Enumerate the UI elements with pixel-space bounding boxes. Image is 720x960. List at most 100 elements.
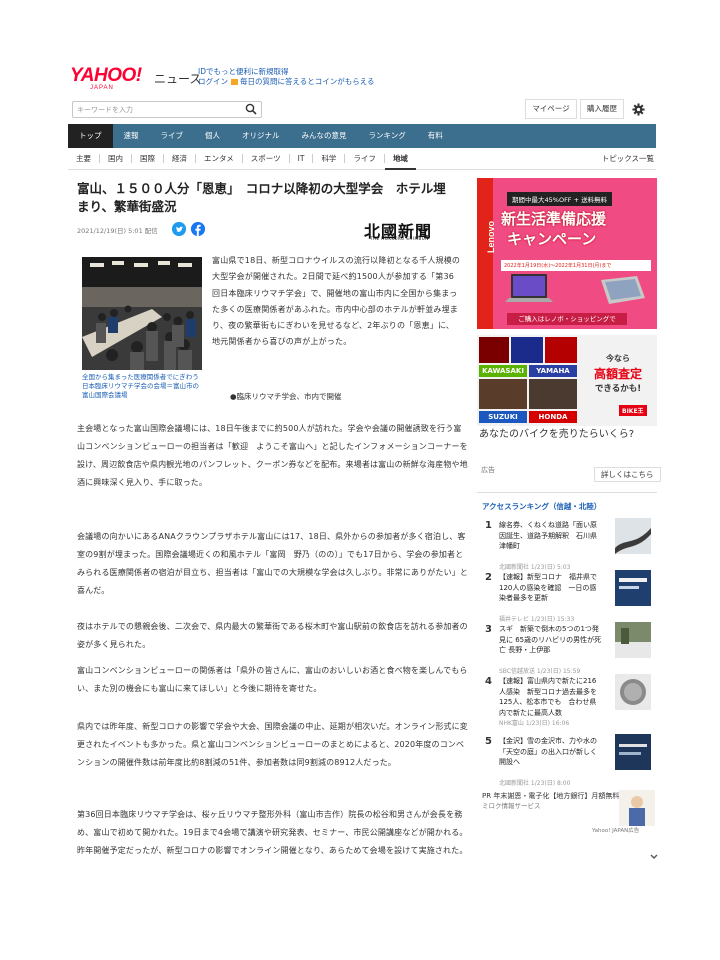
article-photo[interactable] [82,257,202,370]
body-paragraph: 第36回日本臨床リウマチ学会は、桜ヶ丘リウマチ整形外科（富山市吉作）院長の松谷和… [77,810,468,855]
brand-suzuki: SUZUKI [479,411,527,423]
rank-title[interactable]: 【金沢】雪の金沢市、力や水の「天空の庭」の出入口が新しく開設へ [499,736,603,768]
lenovo-brand: Lenovo [486,220,496,253]
tab-top[interactable]: トップ [68,124,113,148]
tab-live[interactable]: ライブ [150,124,195,148]
twitter-share-icon[interactable] [172,222,186,236]
body-paragraph: 富山コンベンションビューローの関係者は「県外の皆さんに、富山のおいしいお酒と食べ… [77,666,468,693]
subtab-entertainment[interactable]: エンタメ [196,154,243,163]
purchase-history-button[interactable]: 購入履歴 [580,99,624,119]
ad1-cta-button[interactable]: ご購入はレノボ・ショッピングで [507,313,627,325]
motorcycle-image [479,379,527,409]
yahoo-ad-footer: Yahoo! JAPAN広告 [592,828,640,834]
tab-opinions[interactable]: みんなの意見 [291,124,358,148]
subtab-local[interactable]: 地域 [384,154,416,170]
tab-original[interactable]: オリジナル [231,124,291,148]
ad-detail-link[interactable]: 詳しくはこちら [594,467,661,482]
rank-number: 3 [485,624,492,635]
pr-thumbnail[interactable] [619,790,655,826]
publisher-logo-sub: THE HOKKOKU SHIMBUN [370,236,429,241]
rank-number: 2 [485,572,492,583]
coupon-promo-link[interactable]: 毎日の質問に答えるとコインがもらえる [240,77,375,86]
ad2-offer-sub: できるかも! [594,384,642,394]
laptop-icon [505,274,553,302]
lead-paragraph: 富山県で18日、新型コロナウイルスの流行以降初となる千人規模の大型学会が開催され… [212,256,461,347]
subtab-domestic[interactable]: 国内 [100,154,132,163]
gear-icon[interactable] [632,103,645,116]
ad-caption-link[interactable]: あなたのバイクを売りたらいくら? [479,428,655,442]
rank-title[interactable]: 線名券、くねくね道路「面い原因誕生、道路予期解釈 石川県津幡町 [499,520,603,552]
tab-ranking[interactable]: ランキング [358,124,417,148]
login-link[interactable]: ログイン [198,77,228,86]
rank-thumbnail[interactable] [615,570,651,606]
subtab-life[interactable]: ライフ [345,154,385,163]
body-paragraph: 会議場の向かいにあるANAクラウンプラザホテル富山には17、18日、県外からの参… [77,532,469,595]
laptop-icon [601,276,645,304]
ad2-offer: 高額査定 [593,367,642,381]
yahoo-logo[interactable]: YAHOO! [70,66,142,85]
id-promo-link[interactable]: IDでもっと便利に新規取得 [198,67,289,77]
service-name[interactable]: ニュース [154,70,201,87]
pr-text[interactable]: 年末謝恩・電子化【地方銀行】月額無料 [493,792,619,800]
motorcycle-image [529,379,577,409]
article-date: 2021/12/19(日) 5:01 配信 [77,227,158,235]
brand-honda: HONDA [529,411,577,423]
facebook-share-icon[interactable] [191,222,205,236]
rank-thumbnail[interactable] [615,734,651,770]
bike-ad-banner[interactable]: KAWASAKI YAMAHA SUZUKI HONDA 今なら 高額査定 でき… [477,335,657,426]
brand-yamaha: YAMAHA [529,365,577,377]
subtab-economy[interactable]: 経済 [164,154,196,163]
rank-number: 4 [485,676,492,687]
article-subheading: ●臨床リウマチ学会、市内で開催 [230,392,342,401]
ad2-offer-lead: 今なら [606,354,630,363]
motorcycle-image [511,337,543,363]
ad1-headline: 新生活準備応援 [501,210,607,228]
rank-title[interactable]: 【速報】富山県内で新たに216人感染 新型コロナ過去最多を125人、松本市でも … [499,676,603,718]
login-row: ログイン 毎日の質問に答えるとコインがもらえる [198,77,375,87]
subtab-sports[interactable]: スポーツ [243,154,290,163]
subtab-main[interactable]: 主要 [68,154,100,163]
bike-o-logo: BIKE王 [619,405,647,416]
ranking-item[interactable]: 4 【速報】富山県内で新たに216人感染 新型コロナ過去最多を125人、松本市で… [485,674,653,730]
ad1-headline-2: キャンペーン [507,230,597,248]
scroll-down-icon[interactable] [649,852,659,862]
pr-source: ミロク情報サービス [482,802,541,810]
motorcycle-image [479,337,509,363]
main-nav: トップ 速報 ライブ 個人 オリジナル みんなの意見 ランキング 有料 [68,124,656,148]
rank-thumbnail[interactable] [615,674,651,710]
pr-ad[interactable]: PR 年末謝恩・電子化【地方銀行】月額無料 ミロク情報サービス [482,791,622,811]
photo-caption: 全国から集まった医療関係者でにぎわう日本臨床リウマチ学会の会場＝富山市の富山国際… [82,373,199,399]
ranking-item[interactable]: 1 線名券、くねくね道路「面い原因誕生、道路予期解釈 石川県津幡町 北國新聞社 … [485,518,653,574]
rank-title[interactable]: 【速報】新型コロナ 福井県で120人の感染を確認 一日の感染者最多を更新 [499,572,603,604]
coupon-icon [231,79,238,85]
pr-label: PR [482,792,492,800]
article-title: 富山、１５００人分「恩恵」 コロナ以降初の大型学会 ホテル埋まり、繁華街盛況 [77,181,446,214]
tab-breaking[interactable]: 速報 [113,124,150,148]
rank-number: 5 [485,736,492,747]
body-paragraph: 県内では昨年度、新型コロナの影響で学会や大会、国際会議の中止、延期が相次いだ。オ… [77,722,468,767]
rank-number: 1 [485,520,492,531]
ad-label: 広告 [481,466,495,474]
ranking-item[interactable]: 2 【速報】新型コロナ 福井県で120人の感染を確認 一日の感染者最多を更新 福… [485,570,653,626]
rank-thumbnail[interactable] [615,518,651,554]
motorcycle-image [545,337,577,363]
search-icon[interactable] [245,103,257,115]
topics-list-link[interactable]: トピックス一覧 [602,153,654,164]
ranking-item[interactable]: 3 スギ 新築で倒木の5つの1つ発見に 65歳のリハビリの男性が死亡 長野・上伊… [485,622,653,678]
brand-kawasaki: KAWASAKI [479,365,527,377]
ranking-item[interactable]: 5 【金沢】雪の金沢市、力や水の「天空の庭」の出入口が新しく開設へ 北國新聞社 … [485,734,653,790]
subtab-international[interactable]: 国際 [132,154,164,163]
subtab-science[interactable]: 科学 [313,154,346,163]
body-paragraph: 主会場となった富山国際会議場には、18日午後までに約500人が訪れた。学会や会議… [77,424,468,487]
subtab-it[interactable]: IT [290,154,314,163]
rank-thumbnail[interactable] [615,622,651,658]
ranking-heading: アクセスランキング（信越・北陸） [482,502,602,511]
tab-individual[interactable]: 個人 [194,124,231,148]
lenovo-ad-banner[interactable]: Lenovo 期間中最大45%OFF + 送料無料 新生活準備応援 キャンペーン… [477,178,657,329]
rank-source: 北國新聞社 1/23(日) 8:00 [499,780,571,787]
tab-paid[interactable]: 有料 [417,124,454,148]
sub-nav: 主要 国内 国際 経済 エンタメ スポーツ IT 科学 ライフ 地域 [68,148,656,170]
search-input[interactable]: キーワードを入力 [72,101,262,118]
rank-title[interactable]: スギ 新築で倒木の5つの1つ発見に 65歳のリハビリの男性が死亡 長野・上伊那 [499,624,603,656]
mypage-button[interactable]: マイページ [525,99,577,119]
